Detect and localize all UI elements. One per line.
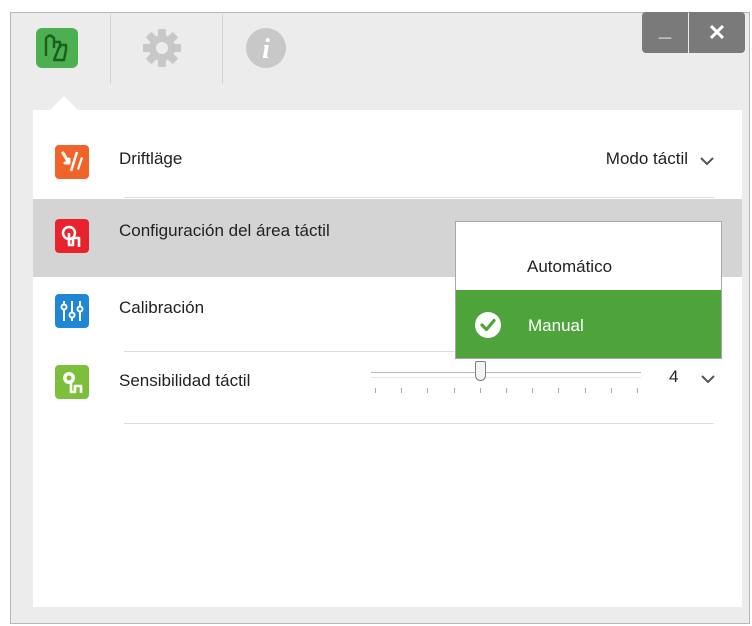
gear-icon bbox=[143, 29, 181, 67]
touch-area-dropdown: Automático Manual bbox=[455, 221, 722, 359]
tab-touch[interactable] bbox=[28, 18, 88, 78]
calibration-label: Calibración bbox=[119, 298, 205, 317]
option-label: Manual bbox=[528, 316, 584, 335]
touch-hand-icon bbox=[36, 28, 78, 68]
sensitivity-slider-track[interactable] bbox=[371, 372, 641, 378]
option-label: Automático bbox=[527, 257, 613, 276]
chevron-down-icon[interactable] bbox=[701, 374, 715, 384]
chevron-down-icon[interactable] bbox=[700, 156, 714, 166]
close-button[interactable]: ✕ bbox=[689, 12, 745, 53]
mode-icon bbox=[55, 145, 89, 179]
minimize-icon: _ bbox=[658, 15, 672, 41]
touch-area-icon bbox=[55, 219, 89, 253]
slider-tick bbox=[610, 388, 612, 393]
sensitivity-slider-thumb[interactable] bbox=[474, 361, 486, 381]
dropdown-option-manual[interactable]: Manual bbox=[456, 290, 721, 358]
slider-tick bbox=[401, 388, 403, 393]
checkmark-icon bbox=[475, 312, 501, 338]
slider-tick bbox=[427, 388, 429, 393]
slider-tick bbox=[532, 388, 534, 393]
row-mode[interactable]: Driftläge Modo táctil bbox=[33, 125, 742, 197]
slider-ticks bbox=[375, 388, 638, 394]
info-icon: i bbox=[246, 28, 286, 68]
tab-pointer bbox=[50, 96, 78, 110]
tab-settings[interactable] bbox=[132, 18, 192, 78]
touch-area-label: Configuración del área táctil bbox=[119, 221, 330, 240]
sensitivity-icon bbox=[55, 365, 89, 399]
slider-tick bbox=[558, 388, 560, 393]
slider-tick bbox=[479, 388, 481, 393]
slider-tick bbox=[637, 388, 638, 393]
slider-tick bbox=[453, 388, 455, 393]
mode-label: Driftläge bbox=[119, 149, 183, 168]
sensitivity-value: 4 bbox=[669, 367, 679, 386]
slider-tick bbox=[506, 388, 507, 393]
slider-tick bbox=[584, 388, 586, 393]
row-sensitivity: Sensibilidad táctil 4 bbox=[33, 351, 742, 423]
dropdown-option-automatic[interactable]: Automático bbox=[456, 222, 721, 290]
slider-tick bbox=[375, 388, 376, 393]
calibration-icon bbox=[55, 294, 89, 328]
mode-value[interactable]: Modo táctil bbox=[606, 149, 688, 169]
close-icon: ✕ bbox=[707, 19, 727, 45]
minimize-button[interactable]: _ bbox=[642, 12, 688, 53]
svg-text:i: i bbox=[262, 34, 270, 65]
tab-info[interactable]: i bbox=[236, 18, 296, 78]
sensitivity-label: Sensibilidad táctil bbox=[119, 371, 251, 390]
